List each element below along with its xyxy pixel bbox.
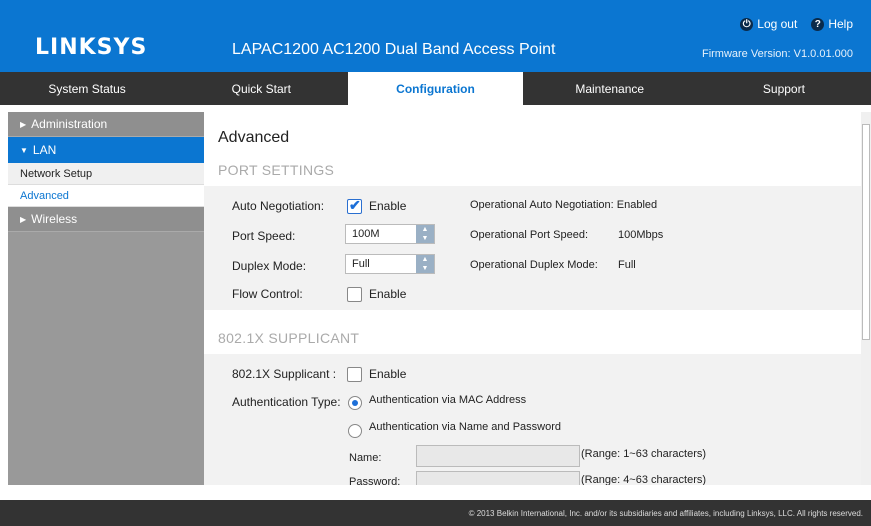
operational-port-speed-value: 100Mbps [618,229,664,241]
help-link[interactable]: ? Help [811,17,853,31]
password-label: Password: [349,476,401,485]
main-nav: System Status Quick Start Configuration … [0,72,871,105]
operational-auto-negotiation: Operational Auto Negotiation: Enabled [470,199,658,211]
tab-support[interactable]: Support [697,72,871,105]
sidebar: ▶ Administration ▼ LAN Network Setup Adv… [8,112,204,485]
operational-port-speed-label: Operational Port Speed: [470,229,589,241]
name-input[interactable] [416,445,580,467]
operational-duplex-value: Full [618,259,636,271]
chevron-right-icon: ▶ [20,119,27,129]
firmware-version: Firmware Version: V1.0.01.000 [701,48,853,60]
help-icon: ? [811,17,825,31]
tab-system-status[interactable]: System Status [0,72,174,105]
supplicant-checkbox[interactable] [347,367,362,382]
auth-mac-label: Authentication via MAC Address [369,394,527,406]
top-links: ⏻ Log out ? Help [740,17,853,31]
tab-quick-start[interactable]: Quick Start [174,72,348,105]
product-title: LAPAC1200 AC1200 Dual Band Access Point [232,41,556,58]
radio-dot [352,400,358,406]
auto-negotiation-checkbox[interactable]: ✔ [347,197,362,214]
flow-control-label: Flow Control: [232,287,303,301]
auto-negotiation-label: Auto Negotiation: [232,199,325,213]
main-content: Advanced PORT SETTINGS Auto Negotiation:… [204,112,861,485]
password-range-hint: (Range: 4~63 characters) [581,474,707,485]
duplex-mode-select[interactable]: Full ▲ ▼ [345,254,435,274]
tab-configuration[interactable]: Configuration [348,72,523,105]
copyright-text: © 2013 Belkin International, Inc. and/or… [468,508,863,518]
sidebar-item-administration[interactable]: ▶ Administration [8,112,204,137]
page-title: Advanced [218,129,290,146]
sidebar-item-label: Administration [31,117,108,131]
help-label: Help [828,17,853,31]
select-arrows-icon: ▲ ▼ [416,225,434,243]
sidebar-item-network-setup[interactable]: Network Setup [8,163,204,185]
supplicant-title: 802.1X SUPPLICANT [218,330,360,346]
sidebar-item-label: LAN [32,143,57,157]
supplicant-enable-label: Enable [369,367,407,381]
flow-control-enable-label: Enable [369,287,407,301]
chevron-down-icon: ▼ [20,145,28,155]
content-scrollbar[interactable] [861,112,871,485]
name-range-hint: (Range: 1~63 characters) [581,448,707,460]
auth-type-label: Authentication Type: [232,395,341,409]
port-speed-select[interactable]: 100M ▲ ▼ [345,224,435,244]
checkmark-icon: ✔ [349,197,361,213]
port-speed-value: 100M [352,228,380,240]
header: LINKSYS LAPAC1200 AC1200 Dual Band Acces… [0,0,871,72]
select-arrows-icon: ▲ ▼ [416,255,434,273]
sidebar-item-lan[interactable]: ▼ LAN [8,137,204,163]
sidebar-item-advanced[interactable]: Advanced [8,185,204,207]
sidebar-item-label: Wireless [31,212,78,226]
sidebar-item-wireless[interactable]: ▶ Wireless [8,207,204,232]
flow-control-checkbox[interactable] [347,287,362,302]
auth-mac-radio[interactable] [348,396,362,410]
name-label: Name: [349,452,382,464]
password-input[interactable] [416,471,580,485]
logout-icon: ⏻ [740,17,754,31]
chevron-right-icon: ▶ [20,214,27,224]
linksys-logo: LINKSYS [35,35,148,60]
port-settings-title: PORT SETTINGS [218,162,335,178]
auth-name-password-radio[interactable] [348,424,362,438]
logout-link[interactable]: ⏻ Log out [740,17,797,31]
scrollbar-thumb[interactable] [862,124,870,340]
duplex-mode-label: Duplex Mode: [232,259,307,273]
duplex-mode-value: Full [352,258,370,270]
logout-label: Log out [757,17,798,31]
operational-duplex-label: Operational Duplex Mode: [470,259,598,271]
footer: © 2013 Belkin International, Inc. and/or… [0,500,871,526]
supplicant-label: 802.1X Supplicant : [232,367,337,381]
auth-name-password-label: Authentication via Name and Password [369,421,561,433]
auto-negotiation-enable-label: Enable [369,199,407,213]
port-speed-label: Port Speed: [232,229,296,243]
tab-maintenance[interactable]: Maintenance [523,72,697,105]
